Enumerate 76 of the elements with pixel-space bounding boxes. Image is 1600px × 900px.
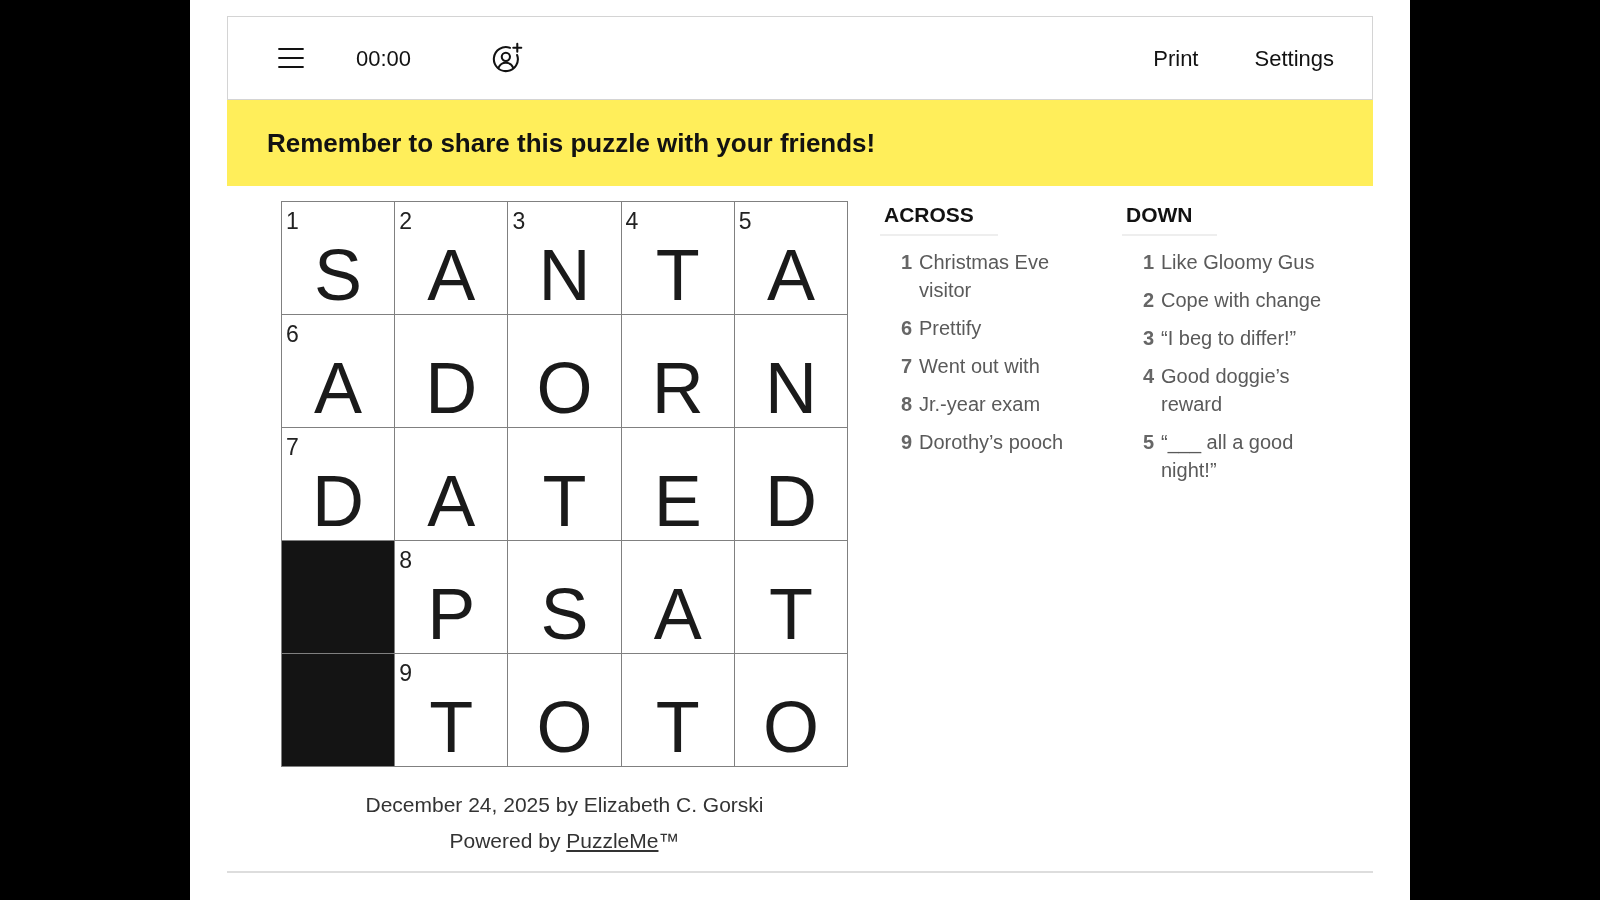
cell-letter: O [762,691,819,763]
crossword-cell[interactable]: 5 A [734,202,848,315]
timer: 00:00 [356,44,412,73]
powered-by-text: Powered by PuzzleMe™ [449,828,680,854]
cell-letter: D [312,465,365,537]
clue-item[interactable]: 9 Dorothy’s pooch [880,428,1122,456]
cell-letter: P [427,578,476,650]
clue-number: 8 [399,549,412,572]
user-plus-icon[interactable] [491,42,524,74]
clue-number: 6 [286,323,299,346]
clue-item[interactable]: 6 Prettify [880,314,1122,342]
clue-number: 7 [286,436,299,459]
clue-number: 9 [399,662,412,685]
crossword-cell[interactable]: O [734,654,848,767]
cell-letter: A [427,239,476,311]
crossword-cell[interactable]: 9 T [395,654,509,767]
crossword-cell[interactable]: 8 P [395,541,509,654]
crossword-cell[interactable]: N [734,315,848,428]
menu-icon[interactable] [278,47,304,69]
crossword-cell[interactable]: 2 A [395,202,509,315]
crossword-cell[interactable]: A [395,428,509,541]
crossword-cell[interactable]: 6 A [282,315,396,428]
clue-item[interactable]: 1 Christmas Eve visitor [880,248,1122,304]
cell-letter: T [768,578,813,650]
crossword-cell[interactable]: A [621,541,735,654]
cell-letter: N [764,352,817,424]
cell-letter: O [536,352,593,424]
crossword-cell[interactable]: E [621,428,735,541]
crossword-cell[interactable]: O [508,315,622,428]
cell-letter: N [538,239,591,311]
cell-letter: T [429,691,474,763]
cell-letter: T [655,691,700,763]
cell-letter: D [425,352,478,424]
clue-item[interactable]: 1 Like Gloomy Gus [1122,248,1380,276]
clue-item[interactable]: 8 Jr.-year exam [880,390,1122,418]
cell-letter: A [766,239,815,311]
cell-letter: S [314,239,363,311]
crossword-cell[interactable]: 1 S [282,202,396,315]
cell-letter: D [764,465,817,537]
cell-letter: T [655,239,700,311]
cell-letter: T [542,465,587,537]
clue-heading: ACROSS [880,201,998,236]
clue-number: 2 [399,210,412,233]
clue-item[interactable]: 5 “___ all a good night!” [1122,428,1380,484]
clue-item[interactable]: 7 Went out with [880,352,1122,380]
cell-letter: A [427,465,476,537]
print-button[interactable]: Print [1153,41,1199,75]
cell-letter: O [536,691,593,763]
crossword-cell[interactable]: 3 N [508,202,622,315]
share-message: Remember to share this puzzle with your friends! [267,126,876,160]
clue-item[interactable]: 3 “I beg to differ!” [1122,324,1380,352]
crossword-cell[interactable]: 4 T [621,202,735,315]
cell-letter: A [653,578,702,650]
puzzleme-link[interactable]: PuzzleMe [566,829,659,852]
crossword-cell[interactable]: T [621,654,735,767]
cell-letter: E [653,465,702,537]
byline: December 24, 2025 by Elizabeth C. Gorski [365,792,764,818]
clue-number: 4 [625,210,639,233]
crossword-cell[interactable]: R [621,315,735,428]
crossword-cell[interactable]: D [734,428,848,541]
crossword-cell[interactable]: O [508,654,622,767]
clue-number: 5 [738,210,752,233]
crossword-cell[interactable]: D [395,315,509,428]
clue-number: 1 [286,210,299,233]
clue-item[interactable]: 4 Good doggie’s reward [1122,362,1380,418]
clue-item[interactable]: 2 Cope with change [1122,286,1380,314]
cell-letter: A [314,352,363,424]
clue-heading: DOWN [1122,201,1217,236]
cell-letter: S [540,578,589,650]
cell-letter: R [651,352,704,424]
clue-number: 3 [512,210,526,233]
crossword-cell[interactable]: T [734,541,848,654]
settings-button[interactable]: Settings [1254,41,1334,75]
crossword-cell[interactable]: S [508,541,622,654]
crossword-cell[interactable]: T [508,428,622,541]
crossword-cell[interactable]: 7 D [282,428,396,541]
